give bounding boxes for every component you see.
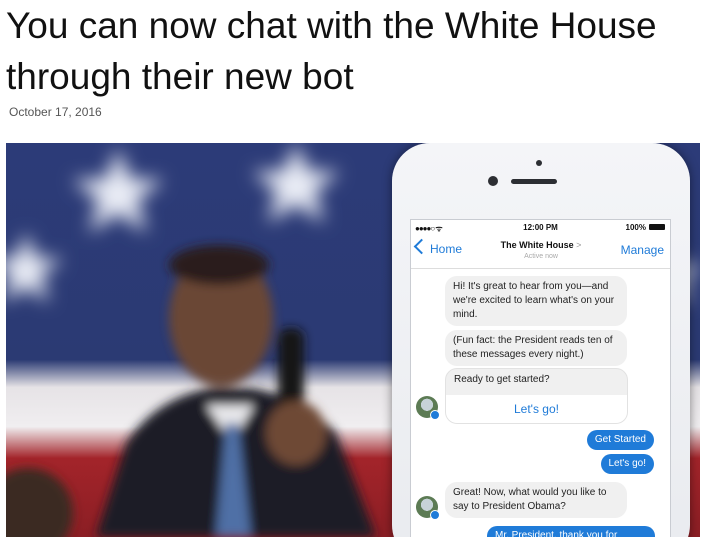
chat-title-text: The White House xyxy=(500,240,574,250)
phone-sensor xyxy=(536,160,542,166)
message-bubble: Ready to get started? xyxy=(454,374,550,385)
chevron-left-icon xyxy=(413,238,430,255)
article-headline: You can now chat with the White House th… xyxy=(6,5,657,97)
article-date: October 17, 2016 xyxy=(9,105,102,119)
messenger-screen: ●●●●○ ᯤ 12:00 PM 100% Home The White Hou… xyxy=(410,219,671,537)
reply-lets-go: Let's go! xyxy=(600,454,654,474)
status-bar: ●●●●○ ᯤ 12:00 PM 100% xyxy=(411,220,670,234)
message-bubble: Great! Now, what would you like to say t… xyxy=(445,482,627,518)
back-label: Home xyxy=(430,242,463,256)
manage-button[interactable]: Manage xyxy=(621,243,664,257)
messenger-badge-icon xyxy=(430,510,440,520)
battery-percent: 100% xyxy=(625,223,646,232)
white-house-avatar xyxy=(416,396,440,420)
lets-go-card-button[interactable]: Let's go! xyxy=(446,395,627,423)
active-status: Active now xyxy=(524,253,558,260)
message-card: Ready to get started? Let's go! xyxy=(445,368,628,424)
phone-speaker xyxy=(511,179,557,184)
hero-image: ●●●●○ ᯤ 12:00 PM 100% Home The White Hou… xyxy=(6,143,700,537)
chat-title[interactable]: The White House > xyxy=(471,240,611,250)
reply-get-started: Get Started xyxy=(586,430,654,450)
iphone-mockup: ●●●●○ ᯤ 12:00 PM 100% Home The White Hou… xyxy=(392,143,690,537)
reply-draft: Mr. President, thank you for xyxy=(487,526,655,537)
back-button[interactable]: Home xyxy=(413,238,463,256)
message-bubble: Hi! It's great to hear from you—and we'r… xyxy=(445,276,627,326)
chat-navbar: Home The White House > Active now Manage xyxy=(411,234,670,269)
chevron-right-icon: > xyxy=(576,240,582,250)
messenger-badge-icon xyxy=(430,410,440,420)
phone-camera xyxy=(488,176,498,186)
white-house-avatar xyxy=(416,496,440,520)
battery-icon xyxy=(649,224,665,230)
message-bubble: (Fun fact: the President reads ten of th… xyxy=(445,330,627,366)
